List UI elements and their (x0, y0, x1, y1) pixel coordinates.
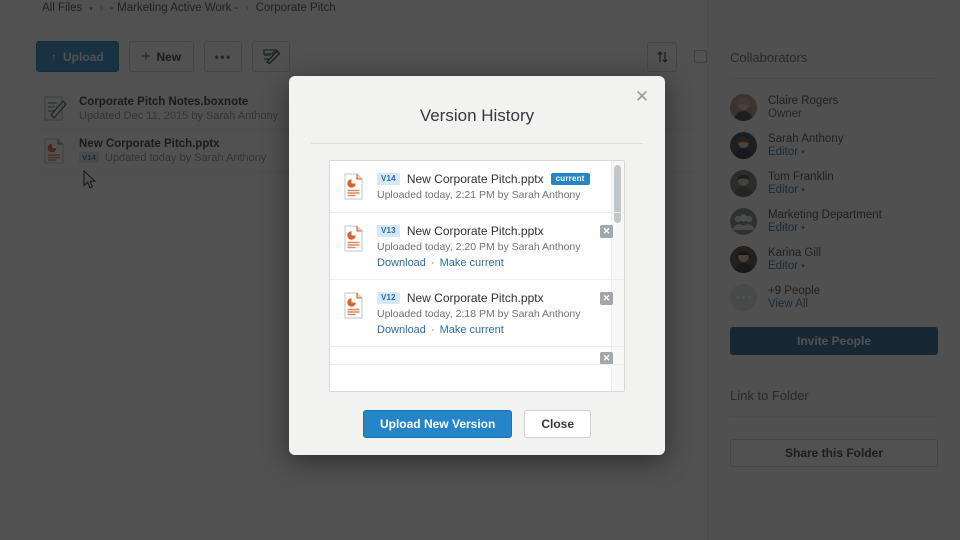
version-title-line: V14 New Corporate Pitch.pptx current (377, 172, 612, 186)
version-row[interactable]: V14 New Corporate Pitch.pptx current Upl… (330, 161, 624, 213)
upload-new-version-button[interactable]: Upload New Version (362, 409, 513, 438)
delete-version-button[interactable]: ✕ (600, 292, 613, 305)
app-root: All Files ▾ › - Marketing Active Work - … (0, 0, 960, 540)
divider (311, 143, 643, 144)
action-separator: · (430, 324, 435, 336)
version-file-name: New Corporate Pitch.pptx (406, 172, 544, 186)
version-list: V14 New Corporate Pitch.pptx current Upl… (329, 160, 625, 392)
version-body: V13 New Corporate Pitch.pptx Uploaded to… (377, 224, 612, 269)
version-actions: Download · Make current (377, 257, 612, 269)
make-current-link[interactable]: Make current (440, 257, 504, 269)
version-row-partial[interactable]: ✕ (330, 347, 624, 365)
version-history-modal: ✕ Version History V14 New Corporate Pitc… (289, 76, 665, 455)
powerpoint-icon (342, 291, 367, 321)
version-badge: V14 (377, 173, 400, 185)
version-badge: V13 (377, 225, 400, 237)
delete-version-button[interactable]: ✕ (600, 225, 613, 238)
modal-title: Version History (419, 106, 535, 125)
version-file-name: New Corporate Pitch.pptx (406, 224, 544, 238)
delete-version-button[interactable]: ✕ (600, 352, 613, 364)
action-separator: · (430, 257, 435, 269)
version-subtitle: Uploaded today, 2:20 PM by Sarah Anthony (377, 241, 581, 253)
version-subtitle: Uploaded today, 2:18 PM by Sarah Anthony (377, 308, 581, 320)
powerpoint-icon (342, 172, 367, 202)
version-subtitle: Uploaded today, 2:21 PM by Sarah Anthony (377, 189, 581, 201)
version-file-name: New Corporate Pitch.pptx (406, 291, 544, 305)
version-row[interactable]: ✕ V12 New Corporate Pitch.pptx Uploaded … (330, 280, 624, 347)
version-body: V14 New Corporate Pitch.pptx current Upl… (377, 172, 612, 201)
close-icon[interactable]: ✕ (632, 86, 652, 106)
download-link[interactable]: Download (377, 324, 426, 336)
download-link[interactable]: Download (377, 257, 426, 269)
version-badge: V12 (377, 292, 400, 304)
current-badge: current (550, 173, 590, 185)
version-title-line: V13 New Corporate Pitch.pptx (377, 224, 612, 238)
modal-footer: Upload New Version Close (289, 392, 665, 455)
version-title-line: V12 New Corporate Pitch.pptx (377, 291, 612, 305)
close-button[interactable]: Close (524, 409, 592, 438)
version-row[interactable]: ✕ V13 New Corporate Pitch.pptx Uploaded … (330, 213, 624, 280)
version-body: V12 New Corporate Pitch.pptx Uploaded to… (377, 291, 612, 336)
version-actions: Download · Make current (377, 324, 612, 336)
powerpoint-icon (342, 224, 367, 254)
make-current-link[interactable]: Make current (440, 324, 504, 336)
